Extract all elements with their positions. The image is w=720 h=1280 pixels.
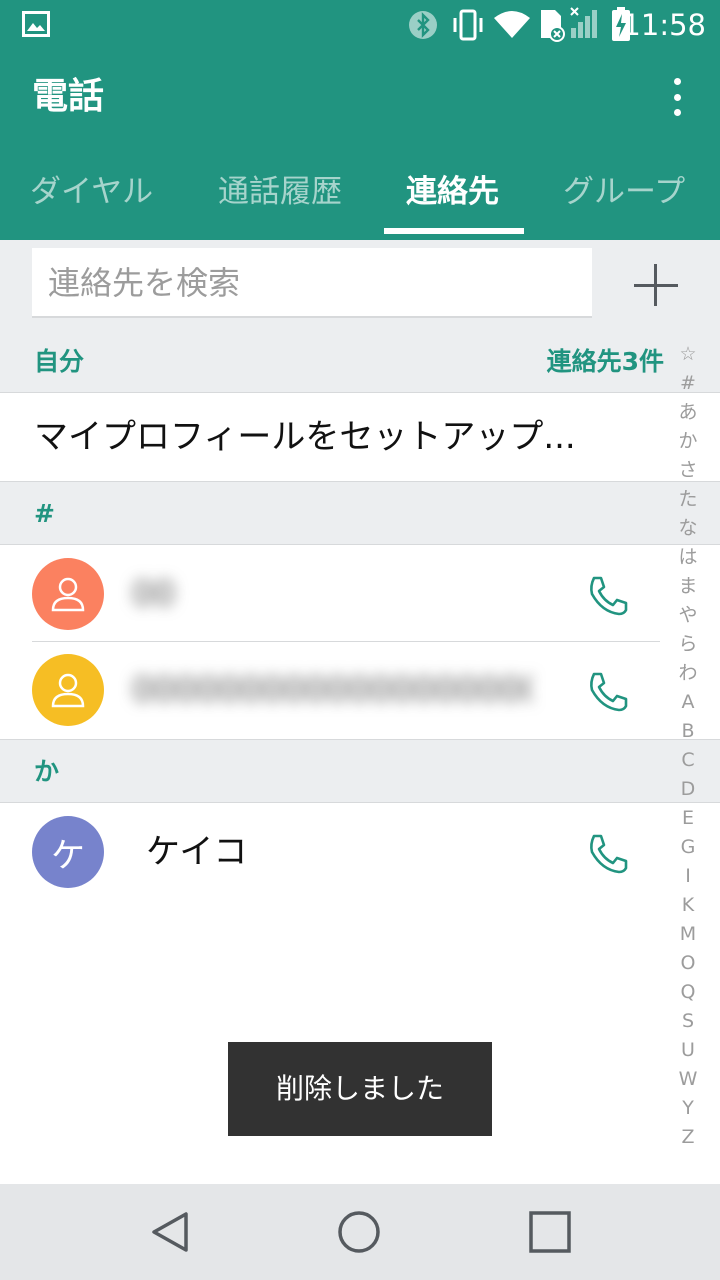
bluetooth-icon	[408, 8, 438, 42]
contact-row[interactable]: ケ ケイコ	[0, 804, 660, 900]
status-time: 11:58	[622, 8, 706, 42]
index-letter[interactable]: D	[670, 775, 706, 804]
tab-call-history[interactable]: 通話履歴	[218, 170, 342, 214]
index-letter[interactable]: E	[670, 804, 706, 833]
app-bar: 電話 ダイヤル 通話履歴 連絡先 グループ	[0, 50, 720, 240]
vibrate-icon	[450, 8, 486, 42]
image-notification-icon	[22, 11, 50, 37]
self-section-header: 自分 連絡先3件	[0, 336, 720, 392]
alphabet-index-scroller[interactable]: ☆ # あかさたなはまやらわ A B C D E G I K M O Q S U W Y Z	[670, 340, 706, 1160]
person-avatar-icon	[32, 558, 104, 630]
index-letter[interactable]: ら	[670, 630, 706, 659]
contact-name: ケイコ	[146, 832, 248, 872]
back-icon[interactable]	[146, 1208, 194, 1256]
tab-contacts[interactable]: 連絡先	[406, 170, 499, 214]
section-header-label: か	[34, 757, 60, 786]
contact-count: 連絡先3件	[546, 347, 664, 376]
contact-name: 00	[132, 574, 176, 614]
section-header-label: #	[34, 499, 55, 528]
section-header-ka: か	[0, 739, 720, 803]
recents-icon[interactable]	[526, 1208, 574, 1256]
index-letter[interactable]: S	[670, 1007, 706, 1036]
add-contact-plus-icon[interactable]	[632, 262, 680, 310]
index-letter[interactable]: O	[670, 949, 706, 978]
section-header-hash: #	[0, 481, 720, 545]
index-letter[interactable]: ☆	[670, 340, 706, 369]
index-letter[interactable]: や	[670, 601, 706, 630]
phone-icon[interactable]	[584, 830, 632, 878]
toast-message: 削除しました	[228, 1042, 492, 1136]
index-letter[interactable]: C	[670, 746, 706, 775]
index-letter[interactable]: さ	[670, 456, 706, 485]
my-profile-setup-row[interactable]: マイプロフィールをセットアップ...	[0, 392, 720, 481]
contact-name: 00000000000000000000	[132, 670, 532, 710]
index-letter[interactable]: #	[670, 369, 706, 398]
index-letter[interactable]: W	[670, 1065, 706, 1094]
index-letter[interactable]: M	[670, 920, 706, 949]
tab-dial[interactable]: ダイヤル	[30, 170, 153, 214]
index-letter[interactable]: Z	[670, 1123, 706, 1152]
tab-groups[interactable]: グループ	[563, 170, 685, 214]
no-signal-icon	[568, 6, 600, 40]
status-bar: 11:58	[0, 0, 720, 50]
index-letter[interactable]: た	[670, 485, 706, 514]
search-row: 連絡先を検索	[0, 240, 720, 336]
index-letter[interactable]: A	[670, 688, 706, 717]
index-letter[interactable]: か	[670, 427, 706, 456]
my-profile-setup-label: マイプロフィールをセットアップ...	[34, 417, 576, 457]
index-letter[interactable]: な	[670, 514, 706, 543]
contact-row[interactable]: 00	[0, 546, 660, 642]
index-letter[interactable]: は	[670, 543, 706, 572]
index-letter[interactable]: あ	[670, 398, 706, 427]
phone-icon[interactable]	[584, 668, 632, 716]
index-letter[interactable]: I	[670, 862, 706, 891]
contact-avatar-initial: ケ	[32, 816, 104, 888]
phone-icon[interactable]	[584, 572, 632, 620]
person-avatar-icon	[32, 654, 104, 726]
app-title: 電話	[32, 76, 105, 117]
index-letter[interactable]: G	[670, 833, 706, 862]
index-letter[interactable]: B	[670, 717, 706, 746]
wifi-icon	[493, 10, 531, 40]
more-vert-icon[interactable]	[662, 76, 692, 118]
index-letter[interactable]: Q	[670, 978, 706, 1007]
contact-search-input[interactable]: 連絡先を検索	[32, 248, 592, 318]
sd-card-icon	[537, 8, 567, 42]
index-letter[interactable]: K	[670, 891, 706, 920]
index-letter[interactable]: U	[670, 1036, 706, 1065]
home-icon[interactable]	[335, 1208, 383, 1256]
tab-bar: ダイヤル 通話履歴 連絡先 グループ	[0, 162, 720, 240]
navigation-bar	[0, 1184, 720, 1280]
index-letter[interactable]: Y	[670, 1094, 706, 1123]
index-letter[interactable]: ま	[670, 572, 706, 601]
index-letter[interactable]: わ	[670, 659, 706, 688]
self-section-label: 自分	[34, 347, 85, 376]
contact-row[interactable]: 00000000000000000000	[0, 642, 660, 738]
active-tab-indicator	[384, 228, 524, 234]
